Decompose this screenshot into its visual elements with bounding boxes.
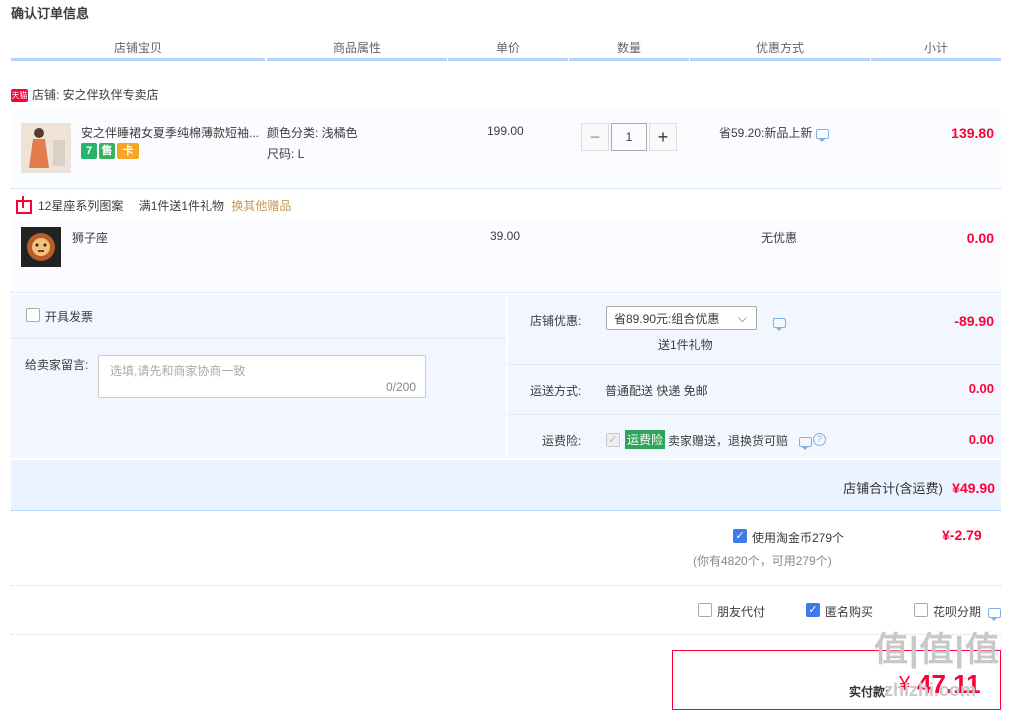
item-row: 安之伴睡裙女夏季纯棉薄款短袖... 7售卡 颜色分类: 浅橘色 尺码: L 19… — [11, 110, 1001, 189]
shop-discount-row: 店铺优惠: 省89.90元:组合优惠 ⌵ 送1件礼物 -89.90 — [508, 294, 1001, 365]
message-placeholder: 选填,请先和商家协商一致 — [110, 364, 246, 378]
gift-series: 12星座系列图案 — [38, 199, 124, 213]
product-thumbnail[interactable] — [21, 123, 71, 173]
shop-discount-select[interactable]: 省89.90元:组合优惠 ⌵ — [606, 306, 757, 330]
insurance-text: 卖家赠送，退换货可赔 — [668, 434, 789, 448]
promotion-label: 省59.20:新品上新 — [719, 126, 813, 140]
shop-discount-amount: -89.90 — [954, 313, 994, 329]
col-header-price: 单价 — [448, 38, 568, 61]
shop-total-row: 店铺合计(含运费) ¥49.90 — [11, 460, 1001, 511]
pay-label: 实付款: — [849, 685, 889, 699]
shop-total-amount: ¥49.90 — [952, 480, 995, 496]
order-extras-right: 店铺优惠: 省89.90元:组合优惠 ⌵ 送1件礼物 -89.90 运送方式: … — [508, 294, 1001, 458]
tmall-badge-icon: 天猫 — [11, 89, 28, 103]
message-counter: 0/200 — [385, 380, 416, 394]
promotion-text: 省59.20:新品上新 — [719, 124, 829, 142]
invoice-label[interactable]: 开具发票 — [45, 308, 93, 325]
chat-icon[interactable] — [815, 128, 829, 142]
col-header-subtotal: 小计 — [871, 38, 1001, 61]
guarantee-icon: 售 — [99, 143, 115, 159]
gift-item-subtotal: 0.00 — [966, 230, 994, 246]
shop-discount-value: 省89.90元:组合优惠 — [614, 312, 720, 326]
gift-icon — [16, 195, 32, 214]
credit-card-icon: 卡 — [117, 143, 139, 159]
shipping-row: 运送方式: 普通配送 快递 免邮 0.00 — [508, 364, 1001, 415]
chat-icon[interactable] — [799, 436, 812, 450]
help-icon[interactable]: ? — [813, 433, 826, 446]
quantity-input[interactable]: 1 — [611, 123, 647, 151]
chat-icon[interactable] — [988, 607, 1001, 621]
gift-item-name[interactable]: 狮子座 — [72, 229, 108, 246]
decrease-button[interactable]: − — [581, 123, 609, 151]
insurance-tag: 运费险 — [625, 430, 666, 449]
coins-note: (你有4820个，可用279个) — [693, 554, 832, 568]
seller-message-field[interactable]: 选填,请先和商家协商一致 0/200 — [98, 355, 426, 398]
coins-amount: ¥-2.79 — [942, 527, 982, 543]
coins-label[interactable]: 使用淘金币279个 — [752, 529, 844, 546]
service-badges: 7售卡 — [81, 143, 141, 159]
change-gift-link[interactable]: 换其他赠品 — [231, 199, 291, 213]
watermark-logo: 值|值|值 — [874, 631, 1001, 669]
anonymous-label[interactable]: 匿名购买 — [825, 603, 873, 620]
shop-discount-label: 店铺优惠: — [530, 314, 582, 328]
gift-thumbnail[interactable] — [21, 227, 61, 267]
chat-icon[interactable] — [773, 317, 786, 331]
friend-pay-label[interactable]: 朋友代付 — [717, 603, 765, 620]
shop-name[interactable]: 店铺: 安之伴玖伴专卖店 — [32, 88, 159, 102]
attr-color: 颜色分类: 浅橘色 — [267, 126, 358, 140]
message-label: 给卖家留言: — [25, 358, 89, 372]
insurance-amount: 0.00 — [968, 432, 994, 447]
gift-rule: 满1件送1件礼物 — [138, 199, 225, 213]
shipping-value: 普通配送 快递 免邮 — [605, 384, 708, 398]
increase-button[interactable]: + — [649, 123, 677, 151]
invoice-checkbox[interactable] — [26, 308, 40, 322]
gift-bar: 12星座系列图案 满1件送1件礼物 换其他赠品 — [11, 195, 291, 216]
shipping-label: 运送方式: — [530, 384, 582, 398]
gift-item-price: 39.00 — [490, 229, 521, 243]
friend-pay-checkbox[interactable] — [698, 603, 712, 617]
lion-icon — [27, 233, 55, 261]
col-header-promotion: 优惠方式 — [690, 38, 870, 61]
page-title: 确认订单信息 — [11, 6, 90, 21]
insurance-label: 运费险: — [542, 434, 582, 448]
shop-total: 店铺合计(含运费) ¥49.90 — [843, 478, 995, 497]
divider — [11, 634, 1001, 635]
unit-price: 199.00 — [487, 124, 524, 138]
insurance-checkbox: ✓ — [606, 433, 620, 447]
gift-item-promo: 无优惠 — [761, 231, 798, 245]
product-title[interactable]: 安之伴睡裙女夏季纯棉薄款短袖... — [81, 124, 266, 141]
item-subtotal: 139.80 — [951, 125, 994, 141]
shop-name-row: 天猫 店铺: 安之伴玖伴专卖店 — [11, 86, 159, 104]
chevron-down-icon: ⌵ — [737, 311, 747, 325]
watermark-url: zhizhi.com — [884, 680, 977, 700]
attr-size: 尺码: L — [267, 147, 305, 161]
shop-total-label: 店铺合计(含运费) — [843, 481, 943, 496]
huabei-label[interactable]: 花呗分期 — [933, 603, 981, 620]
anonymous-checkbox[interactable]: ✓ — [806, 603, 820, 617]
invoice-row: 开具发票 — [11, 294, 506, 339]
col-header-attributes: 商品属性 — [267, 38, 447, 61]
coins-checkbox[interactable]: ✓ — [733, 529, 747, 543]
table-header: 店铺宝贝 商品属性 单价 数量 优惠方式 小计 — [11, 38, 1001, 61]
shop-discount-note: 送1件礼物 — [658, 338, 713, 352]
divider — [11, 585, 1001, 586]
col-header-shop-item: 店铺宝贝 — [11, 38, 265, 61]
insurance-row: 运费险: ✓ 运费险 卖家赠送，退换货可赔 ? 0.00 — [508, 414, 1001, 458]
huabei-checkbox[interactable] — [914, 603, 928, 617]
shipping-amount: 0.00 — [968, 381, 994, 396]
gift-item-row: 狮子座 39.00 无优惠 0.00 — [11, 218, 1001, 293]
seven-day-return-icon: 7 — [81, 143, 97, 159]
col-header-quantity: 数量 — [569, 38, 689, 61]
dress-icon — [22, 124, 70, 172]
